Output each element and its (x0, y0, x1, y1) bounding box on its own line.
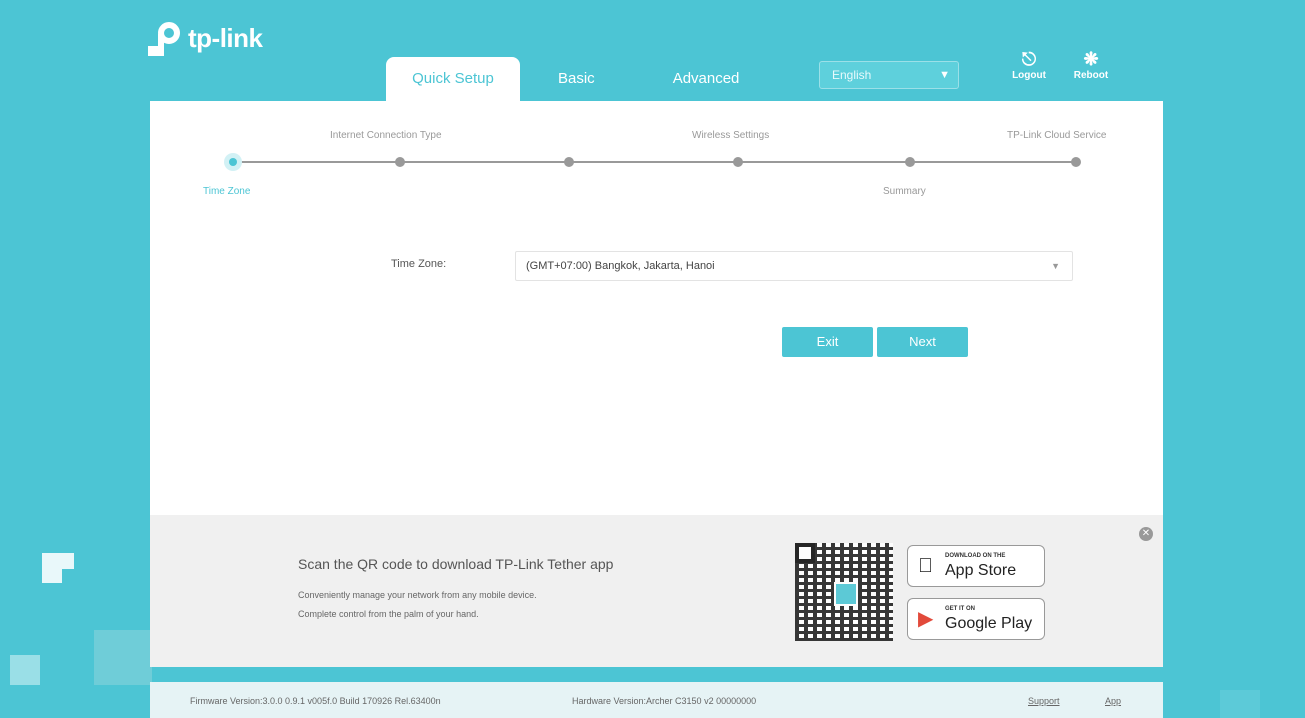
tab-basic[interactable]: Basic (534, 57, 619, 101)
step-internet-connection-type: Internet Connection Type (330, 130, 442, 141)
main-tabs: Quick Setup Basic Advanced (386, 57, 763, 101)
google-play-caption: GET IT ON (945, 606, 975, 612)
tp-link-logo-icon (148, 20, 184, 56)
language-select[interactable]: English ▼ (819, 61, 959, 89)
qr-code (795, 543, 893, 641)
firmware-version: Firmware Version:3.0.0 0.9.1 v005f.0 Bui… (190, 696, 441, 706)
footer: Firmware Version:3.0.0 0.9.1 v005f.0 Bui… (150, 682, 1163, 718)
step-wireless-settings: Wireless Settings (692, 130, 770, 141)
app-store-caption: DOWNLOAD ON THE (945, 553, 1006, 559)
close-icon[interactable]: ✕ (1139, 527, 1153, 541)
step-time-zone: Time Zone (203, 186, 251, 197)
brand-name: tp-link (188, 22, 263, 53)
support-link[interactable]: Support (1028, 696, 1060, 706)
step-node-cloud (1071, 157, 1081, 167)
dropdown-arrow-icon: ▼ (1051, 261, 1060, 271)
promo-title: Scan the QR code to download TP-Link Tet… (298, 556, 614, 572)
google-play-icon: ▶ (918, 608, 934, 630)
tab-advanced[interactable]: Advanced (649, 57, 764, 101)
app-link[interactable]: App (1105, 696, 1121, 706)
logout-button[interactable]: ⎋ Logout (1004, 48, 1054, 81)
tether-app-promo: Scan the QR code to download TP-Link Tet… (150, 515, 1163, 667)
google-play-button[interactable]: ▶ GET IT ON Google Play (907, 598, 1045, 640)
apple-icon:  (918, 555, 933, 577)
language-value: English (832, 68, 872, 82)
step-node-3 (564, 157, 574, 167)
reboot-icon: ❋ (1083, 49, 1099, 69)
time-zone-label: Time Zone: (391, 258, 447, 270)
decor-square (10, 655, 40, 685)
hardware-version: Hardware Version:Archer C3150 v2 0000000… (572, 696, 757, 706)
qr-home-icon (834, 582, 858, 606)
time-zone-value: (GMT+07:00) Bangkok, Jakarta, Hanoi (526, 260, 715, 272)
next-button[interactable]: Next (877, 327, 968, 357)
quick-setup-panel: Internet Connection Type Wireless Settin… (150, 101, 1163, 515)
progress-track (233, 161, 1075, 163)
brand-logo: tp-link (148, 20, 263, 56)
logout-label: Logout (1012, 70, 1046, 81)
app-store-button[interactable]:  DOWNLOAD ON THE App Store (907, 545, 1045, 587)
step-node-wireless (733, 157, 743, 167)
step-summary: Summary (883, 186, 926, 197)
logout-icon: ⎋ (1021, 49, 1037, 69)
chevron-down-icon: ▼ (939, 69, 950, 81)
decor-square (94, 630, 152, 685)
promo-line-1: Conveniently manage your network from an… (298, 590, 537, 600)
reboot-button[interactable]: ❋ Reboot (1066, 48, 1116, 81)
promo-line-2: Complete control from the palm of your h… (298, 609, 479, 619)
step-node-summary (905, 157, 915, 167)
decor-square-notch (62, 569, 74, 583)
step-node-internet-connection (395, 157, 405, 167)
reboot-label: Reboot (1073, 70, 1109, 81)
google-play-label: Google Play (945, 615, 1033, 632)
time-zone-select[interactable]: (GMT+07:00) Bangkok, Jakarta, Hanoi ▼ (515, 251, 1073, 281)
step-tp-link-cloud-service: TP-Link Cloud Service (1007, 130, 1107, 141)
step-node-time-zone (224, 153, 242, 171)
decor-square (1220, 690, 1260, 718)
exit-button[interactable]: Exit (782, 327, 873, 357)
app-store-label: App Store (945, 562, 1017, 579)
tab-quick-setup[interactable]: Quick Setup (386, 57, 520, 101)
